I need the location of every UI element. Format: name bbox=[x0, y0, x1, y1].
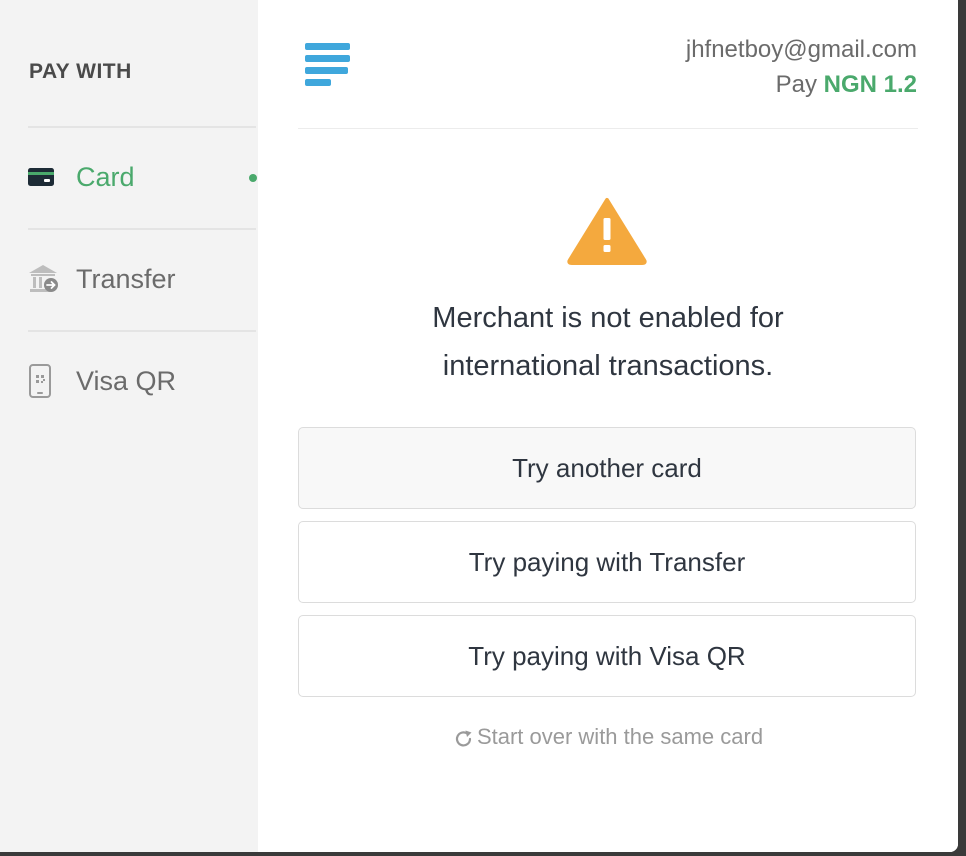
sidebar-item-label: Visa QR bbox=[76, 365, 177, 396]
customer-email: jhfnetboy@gmail.com bbox=[685, 36, 917, 63]
active-indicator bbox=[249, 174, 257, 182]
try-visa-qr-button[interactable]: Try paying with Visa QR bbox=[298, 615, 916, 697]
phone-qr-icon bbox=[28, 364, 62, 398]
checkout-window: PAY WITH Card Transfer Visa QR jhfnetboy… bbox=[0, 0, 958, 852]
paystack-logo bbox=[305, 43, 351, 94]
try-another-card-button[interactable]: Try another card bbox=[298, 427, 916, 509]
sidebar-item-visa-qr[interactable]: Visa QR bbox=[28, 331, 256, 431]
sidebar-item-transfer[interactable]: Transfer bbox=[28, 229, 256, 329]
sidebar-item-label: Card bbox=[76, 161, 135, 192]
card-icon bbox=[28, 160, 62, 194]
try-transfer-button[interactable]: Try paying with Transfer bbox=[298, 521, 916, 603]
error-message-line: international transactions. bbox=[442, 350, 774, 382]
start-over-link[interactable]: Start over with the same card bbox=[298, 724, 918, 750]
pay-with-heading: PAY WITH bbox=[29, 60, 132, 83]
warning-triangle-icon bbox=[566, 196, 648, 271]
refresh-icon bbox=[455, 730, 472, 747]
error-message-line: Merchant is not enabled for bbox=[432, 302, 784, 334]
start-over-label: Start over with the same card bbox=[476, 724, 764, 749]
sidebar-item-card[interactable]: Card bbox=[28, 127, 256, 227]
payment-panel: jhfnetboy@gmail.com Pay NGN 1.2 Merchant… bbox=[258, 0, 958, 852]
error-message: Merchant is not enabled for internationa… bbox=[298, 294, 918, 390]
header-divider bbox=[298, 128, 918, 129]
pay-label: Pay bbox=[775, 71, 817, 98]
amount-value: NGN 1.2 bbox=[823, 71, 917, 98]
payment-method-sidebar: PAY WITH Card Transfer Visa QR bbox=[0, 0, 258, 852]
sidebar-item-label: Transfer bbox=[76, 263, 176, 294]
payment-amount: Pay NGN 1.2 bbox=[776, 71, 917, 99]
bank-transfer-icon bbox=[28, 262, 62, 296]
